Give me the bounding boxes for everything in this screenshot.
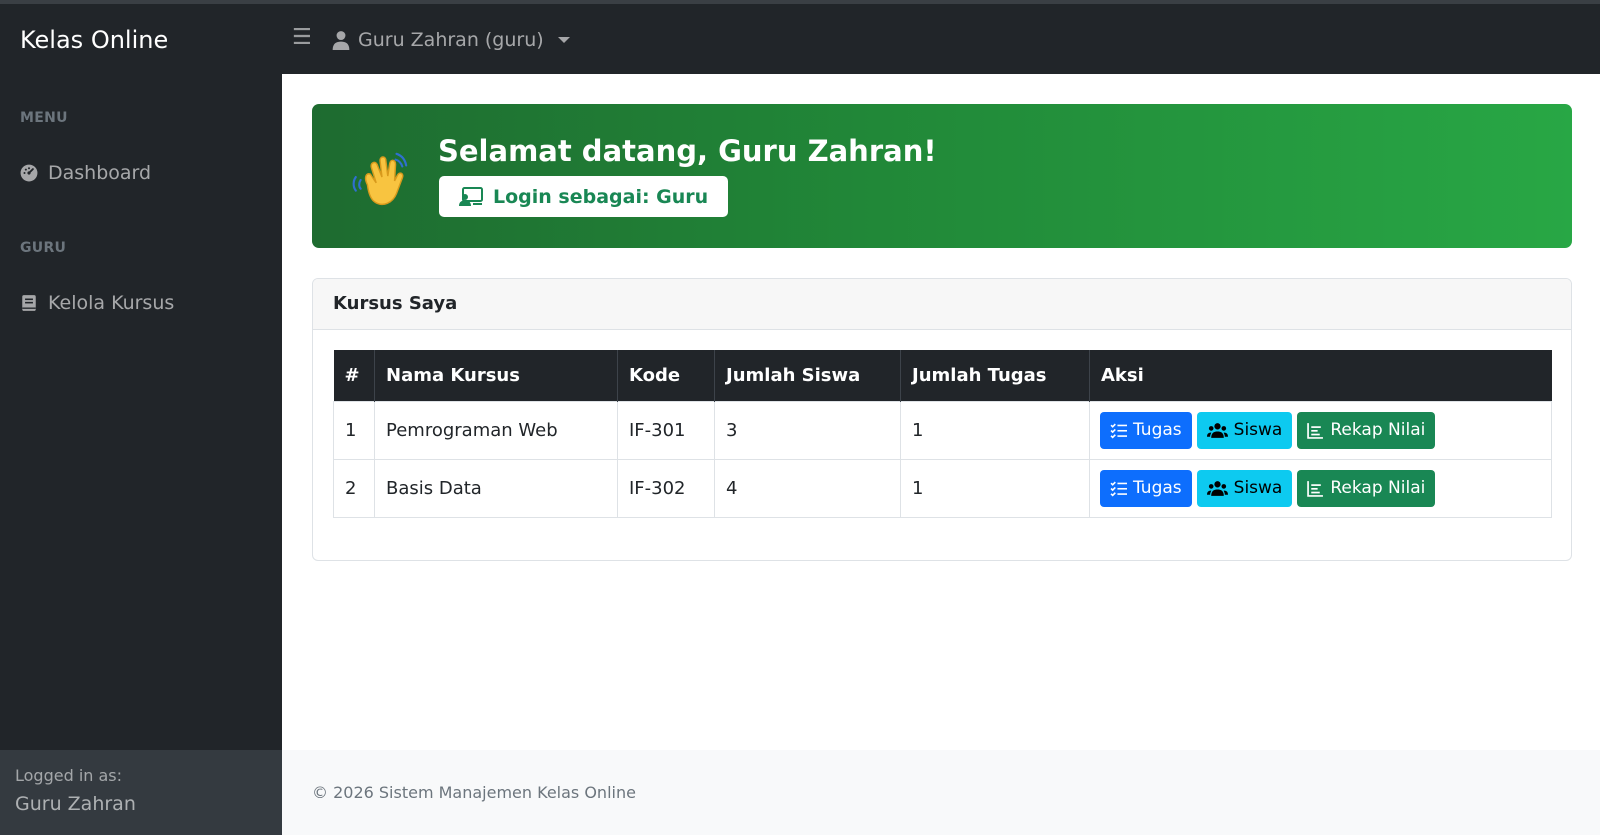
role-badge-label: Login sebagai: Guru bbox=[493, 185, 709, 208]
grades-recap-button[interactable]: Rekap Nilai bbox=[1297, 411, 1436, 449]
students-button[interactable]: Siswa bbox=[1196, 469, 1293, 507]
people-icon bbox=[1206, 480, 1228, 496]
hamburger-icon[interactable]: ☰ bbox=[292, 27, 312, 49]
person-video-icon bbox=[459, 186, 483, 206]
sidebar: Kelas Online MENU Dashboard GURU Kelola … bbox=[0, 4, 282, 835]
course-name: Basis Data bbox=[374, 458, 618, 518]
grades-recap-button-label: Rekap Nilai bbox=[1330, 420, 1426, 440]
waving-hand-icon bbox=[352, 152, 408, 206]
welcome-banner: Selamat datang, Guru Zahran! Login sebag… bbox=[312, 104, 1572, 248]
course-code: IF-302 bbox=[617, 458, 715, 518]
row-number: 2 bbox=[333, 458, 375, 518]
page-footer: © 2026 Sistem Manajemen Kelas Online bbox=[282, 750, 1600, 835]
column-header: Kode bbox=[617, 350, 715, 401]
student-count: 3 bbox=[714, 400, 901, 460]
grades-recap-button-label: Rekap Nilai bbox=[1330, 478, 1426, 498]
logged-in-label: Logged in as: bbox=[15, 766, 123, 785]
students-button-label: Siswa bbox=[1233, 478, 1283, 498]
bar-chart-icon bbox=[1307, 480, 1324, 497]
sidebar-item-label: Dashboard bbox=[48, 162, 152, 184]
people-icon bbox=[1206, 422, 1228, 438]
welcome-title: Selamat datang, Guru Zahran! bbox=[438, 134, 937, 168]
bar-chart-icon bbox=[1307, 422, 1324, 439]
tasks-button[interactable]: Tugas bbox=[1100, 411, 1192, 449]
students-button-label: Siswa bbox=[1233, 420, 1283, 440]
sidebar-heading-guru: GURU bbox=[20, 240, 67, 256]
user-dropdown[interactable]: Guru Zahran (guru) bbox=[332, 29, 570, 51]
role-badge: Login sebagai: Guru bbox=[439, 176, 729, 217]
column-header: Aksi bbox=[1089, 350, 1552, 401]
logged-in-user: Guru Zahran bbox=[15, 793, 136, 815]
courses-table: # Nama Kursus Kode Jumlah Siswa Jumlah T… bbox=[333, 350, 1552, 518]
table-row: 1 Pemrograman Web IF-301 3 1 Tugas Siswa… bbox=[333, 400, 1552, 460]
list-check-icon bbox=[1110, 423, 1127, 439]
user-dropdown-label: Guru Zahran (guru) bbox=[358, 29, 544, 51]
courses-card-title: Kursus Saya bbox=[313, 279, 1571, 330]
chevron-down-icon bbox=[557, 37, 570, 43]
task-count: 1 bbox=[900, 458, 1090, 518]
table-row: 2 Basis Data IF-302 4 1 Tugas Siswa Reka… bbox=[333, 458, 1552, 518]
list-check-icon bbox=[1110, 481, 1127, 497]
sidebar-item-label: Kelola Kursus bbox=[48, 292, 175, 314]
book-icon bbox=[22, 295, 36, 311]
copyright-text: © 2026 Sistem Manajemen Kelas Online bbox=[312, 783, 636, 802]
sidebar-user-panel: Logged in as: Guru Zahran bbox=[0, 750, 282, 835]
sidebar-item-dashboard[interactable]: Dashboard bbox=[20, 162, 151, 184]
column-header: Jumlah Siswa bbox=[714, 350, 901, 401]
students-button[interactable]: Siswa bbox=[1196, 411, 1293, 449]
sidebar-heading-menu: MENU bbox=[20, 110, 68, 126]
tasks-button-label: Tugas bbox=[1133, 420, 1182, 440]
actions-cell: Tugas Siswa Rekap Nilai bbox=[1089, 400, 1552, 460]
brand-title[interactable]: Kelas Online bbox=[20, 26, 168, 54]
top-navbar: ☰ Guru Zahran (guru) bbox=[282, 4, 1600, 74]
row-number: 1 bbox=[333, 400, 375, 460]
column-header: # bbox=[333, 350, 375, 401]
grades-recap-button[interactable]: Rekap Nilai bbox=[1297, 469, 1436, 507]
task-count: 1 bbox=[900, 400, 1090, 460]
speedometer-icon bbox=[20, 164, 38, 182]
actions-cell: Tugas Siswa Rekap Nilai bbox=[1089, 458, 1552, 518]
column-header: Nama Kursus bbox=[374, 350, 618, 401]
course-code: IF-301 bbox=[617, 400, 715, 460]
student-count: 4 bbox=[714, 458, 901, 518]
sidebar-item-kelola-kursus[interactable]: Kelola Kursus bbox=[20, 292, 174, 314]
column-header: Jumlah Tugas bbox=[900, 350, 1090, 401]
course-name: Pemrograman Web bbox=[374, 400, 618, 460]
courses-card: Kursus Saya # Nama Kursus Kode Jumlah Si… bbox=[312, 278, 1572, 561]
tasks-button[interactable]: Tugas bbox=[1100, 469, 1192, 507]
tasks-button-label: Tugas bbox=[1133, 478, 1182, 498]
main-content: Selamat datang, Guru Zahran! Login sebag… bbox=[282, 74, 1600, 750]
person-icon bbox=[332, 31, 350, 50]
